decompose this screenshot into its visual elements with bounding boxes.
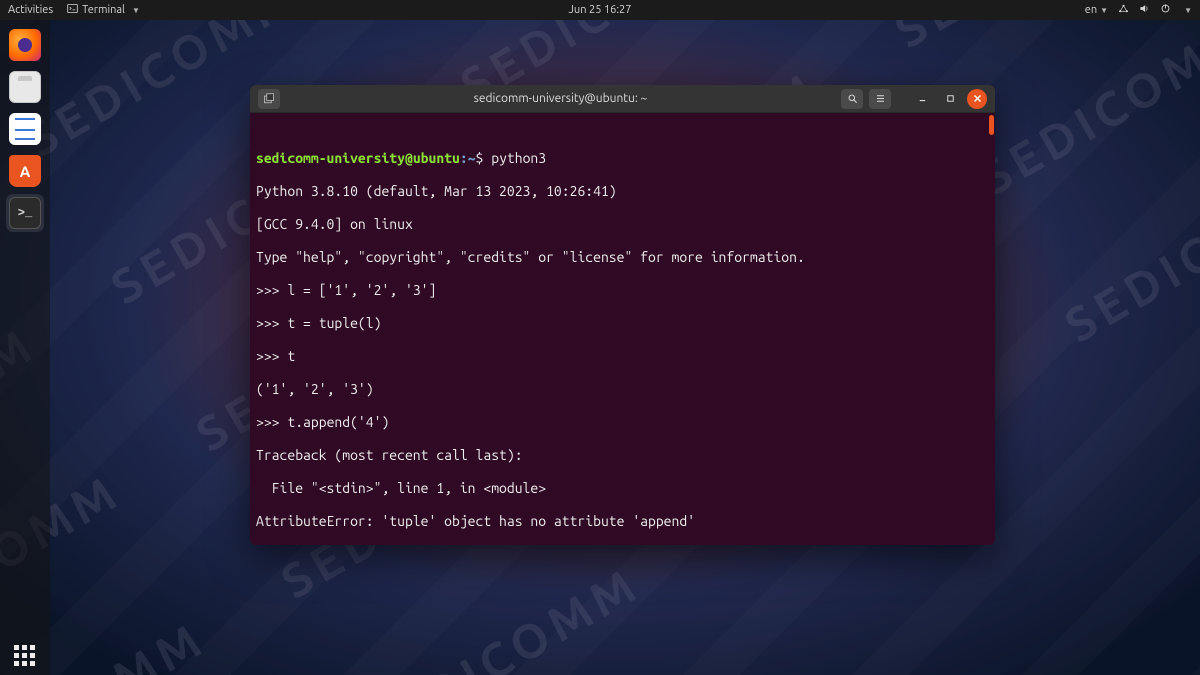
dock-app-files[interactable]: [6, 68, 44, 106]
repl-input: t.append('4'): [287, 414, 389, 430]
repl-prompt: >>>: [256, 282, 280, 298]
volume-icon[interactable]: [1139, 3, 1150, 17]
prompt-user: sedicomm-university: [256, 150, 405, 166]
menu-button[interactable]: [869, 89, 891, 109]
repl-input: l = ['1', '2', '3']: [287, 282, 436, 298]
close-button[interactable]: [967, 89, 987, 109]
prompt-symbol: $: [476, 150, 484, 166]
files-icon: [9, 71, 41, 103]
traceback-header: Traceback (most recent call last):: [256, 447, 989, 464]
python-banner: Type "help", "copyright", "credits" or "…: [256, 249, 989, 266]
chevron-down-icon: ▼: [1184, 6, 1192, 15]
shell-command: python3: [491, 150, 546, 166]
minimize-button[interactable]: [911, 89, 933, 109]
repl-input: t: [287, 348, 295, 364]
maximize-button[interactable]: [939, 89, 961, 109]
software-icon: [9, 155, 41, 187]
traceback-file: File "<stdin>", line 1, in <module>: [256, 480, 989, 497]
python-banner: Python 3.8.10 (default, Mar 13 2023, 10:…: [256, 183, 989, 200]
terminal-icon: [67, 3, 78, 17]
repl-prompt: >>>: [256, 414, 280, 430]
show-applications-button[interactable]: [6, 637, 44, 675]
window-title: sedicomm-university@ubuntu: ~: [286, 92, 835, 105]
activities-button[interactable]: Activities: [8, 4, 53, 16]
python-banner: [GCC 9.4.0] on linux: [256, 216, 989, 233]
repl-output: ('1', '2', '3'): [256, 381, 989, 398]
prompt-host: ubuntu: [413, 150, 460, 166]
scrollbar-thumb[interactable]: [989, 115, 994, 135]
new-tab-button[interactable]: [258, 89, 280, 109]
terminal-window: sedicomm-university@ubuntu: ~ sedicomm-u…: [250, 85, 995, 545]
search-button[interactable]: [841, 89, 863, 109]
document-icon: [9, 113, 41, 145]
terminal-icon: [9, 197, 41, 229]
repl-prompt: >>>: [256, 315, 280, 331]
top-bar: Activities Terminal ▼ Jun 25 16:27 en▼ ▼: [0, 0, 1200, 20]
repl-input: t = tuple(l): [287, 315, 381, 331]
chevron-down-icon: ▼: [1100, 6, 1108, 15]
dock-app-software[interactable]: [6, 152, 44, 190]
apps-grid-icon: [14, 645, 36, 667]
firefox-icon: [9, 29, 41, 61]
traceback-error: AttributeError: 'tuple' object has no at…: [256, 513, 989, 530]
repl-prompt: >>>: [256, 348, 280, 364]
clock[interactable]: Jun 25 16:27: [569, 4, 632, 16]
dock-app-writer[interactable]: [6, 110, 44, 148]
input-lang-indicator[interactable]: en▼: [1085, 4, 1108, 16]
terminal-content[interactable]: sedicomm-university@ubuntu:~$ python3 Py…: [250, 113, 995, 545]
dock-app-firefox[interactable]: [6, 26, 44, 64]
dock: [0, 20, 50, 675]
dock-app-terminal[interactable]: [6, 194, 44, 232]
chevron-down-icon: ▼: [132, 6, 140, 15]
network-icon[interactable]: [1118, 3, 1129, 17]
power-icon[interactable]: [1160, 3, 1171, 17]
app-menu[interactable]: Terminal ▼: [67, 3, 140, 17]
prompt-path: ~: [468, 150, 476, 166]
window-titlebar[interactable]: sedicomm-university@ubuntu: ~: [250, 85, 995, 113]
app-menu-label: Terminal: [82, 4, 125, 16]
